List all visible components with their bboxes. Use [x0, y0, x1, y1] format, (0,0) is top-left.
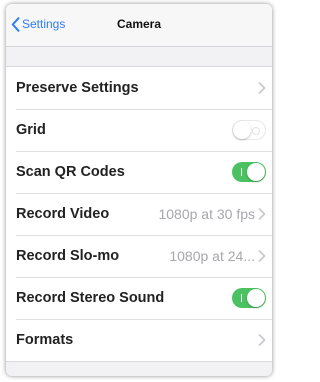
toggle-knob: [247, 163, 265, 181]
row-formats[interactable]: Formats: [6, 319, 272, 361]
row-label: Formats: [16, 332, 74, 348]
camera-settings-screen: Settings Camera Preserve Settings Grid S…: [6, 4, 272, 376]
scan-qr-codes-toggle[interactable]: [232, 162, 266, 182]
grid-toggle[interactable]: [232, 120, 266, 140]
chevron-right-icon: [258, 250, 266, 262]
toggle-knob: [247, 289, 265, 307]
chevron-right-icon: [258, 334, 266, 346]
chevron-right-icon: [258, 82, 266, 94]
row-record-stereo-sound: Record Stereo Sound: [6, 277, 272, 319]
row-grid: Grid: [6, 109, 272, 151]
page-title: Camera: [116, 17, 162, 31]
row-value: 1080p at 24...: [169, 248, 255, 264]
row-label: Record Slo-mo: [16, 248, 120, 264]
chevron-right-icon: [258, 208, 266, 220]
row-label: Grid: [16, 122, 46, 138]
toggle-on-indicator: [241, 168, 242, 176]
toggle-off-indicator: [252, 127, 260, 135]
row-label: Preserve Settings: [16, 80, 139, 96]
settings-list: Preserve Settings Grid Scan QR Codes Rec…: [6, 66, 272, 362]
row-label: Record Video: [16, 206, 110, 222]
row-preserve-settings[interactable]: Preserve Settings: [6, 67, 272, 109]
record-stereo-sound-toggle[interactable]: [232, 288, 266, 308]
row-value: 1080p at 30 fps: [158, 206, 255, 222]
toggle-knob: [233, 121, 251, 139]
row-record-slo-mo[interactable]: Record Slo-mo 1080p at 24...: [6, 235, 272, 277]
toggle-on-indicator: [241, 294, 242, 302]
navigation-bar: Settings Camera: [6, 4, 272, 47]
row-label: Record Stereo Sound: [16, 290, 165, 306]
row-scan-qr-codes: Scan QR Codes: [6, 151, 272, 193]
row-label: Scan QR Codes: [16, 164, 125, 180]
row-record-video[interactable]: Record Video 1080p at 30 fps: [6, 193, 272, 235]
